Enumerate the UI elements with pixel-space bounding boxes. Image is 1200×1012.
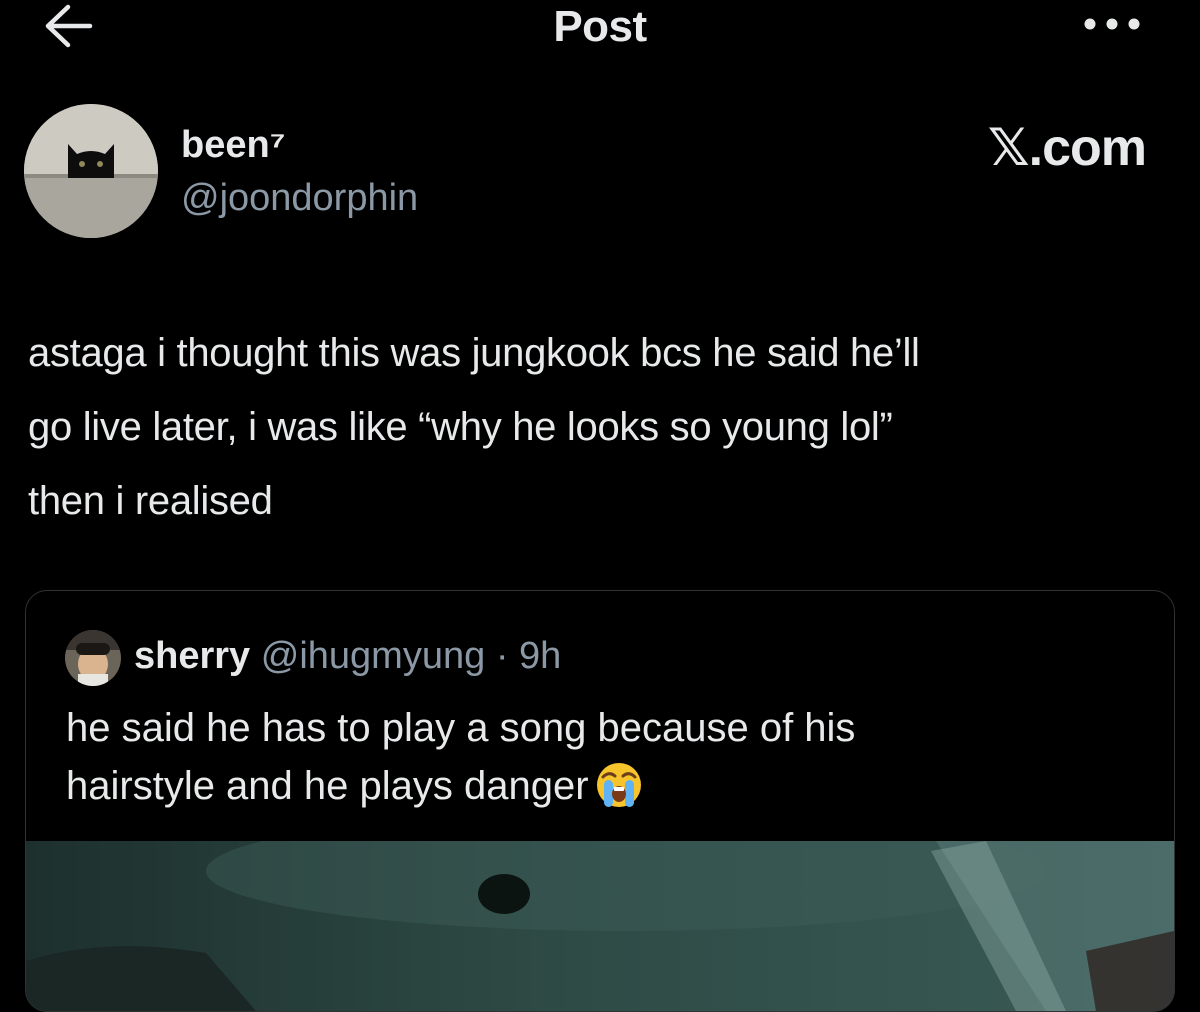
quoted-text-line-content: hairstyle and he plays danger xyxy=(66,764,589,808)
black-cat-avatar-icon xyxy=(24,104,158,238)
post-text-line: go live later, i was like “why he looks … xyxy=(28,405,893,449)
author-avatar[interactable] xyxy=(24,104,158,238)
post-text: astaga i thought this was jungkook bcs h… xyxy=(28,316,1188,538)
quoted-video-thumbnail[interactable] xyxy=(26,841,1174,1011)
author-handle[interactable]: @joondorphin xyxy=(181,177,418,220)
post-text-line: then i realised xyxy=(28,479,273,523)
video-thumbnail-image xyxy=(26,841,1174,1011)
quoted-handle[interactable]: @ihugmyung xyxy=(261,635,485,677)
quoted-author-meta: sherry @ihugmyung · 9h xyxy=(134,635,561,678)
quoted-post-text: he said he has to play a song because of… xyxy=(66,699,1126,815)
author-display-name[interactable]: been⁷ xyxy=(181,124,285,167)
quoted-timestamp[interactable]: 9h xyxy=(519,635,561,677)
quoted-text-line: he said he has to play a song because of… xyxy=(66,706,856,750)
top-bar: Post xyxy=(0,0,1200,60)
loudly-crying-face-emoji-icon xyxy=(596,763,641,807)
meta-separator: · xyxy=(495,635,509,677)
x-com-logo: 𝕏.com xyxy=(987,119,1147,177)
page-title: Post xyxy=(553,2,647,51)
more-horizontal-icon[interactable] xyxy=(1082,14,1142,34)
quoted-display-name[interactable]: sherry xyxy=(134,635,250,677)
quoted-text-line: hairstyle and he plays danger xyxy=(66,757,1126,815)
quoted-post-card[interactable]: sherry @ihugmyung · 9h he said he has to… xyxy=(25,590,1175,1012)
quoted-author-avatar[interactable] xyxy=(65,630,121,686)
selfie-avatar-icon xyxy=(65,630,121,686)
post-text-line: astaga i thought this was jungkook bcs h… xyxy=(28,331,920,375)
